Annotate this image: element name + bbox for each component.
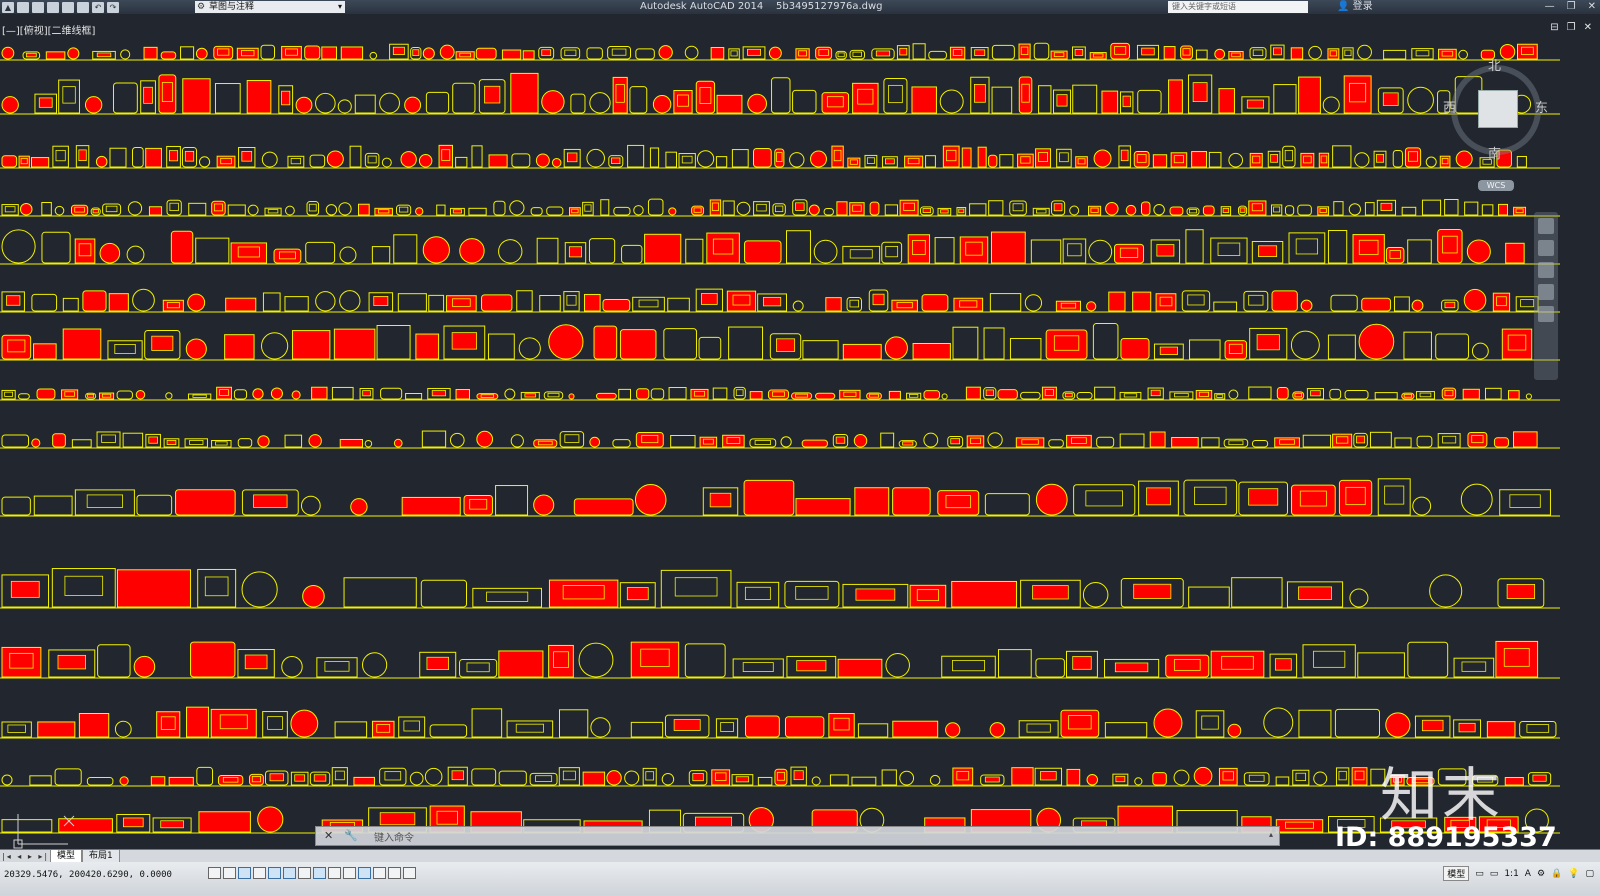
workspace-label: 草图与注释: [209, 2, 255, 12]
block-row: [0, 640, 1560, 679]
showmotion-icon[interactable]: [1538, 306, 1554, 322]
dyn-toggle[interactable]: [343, 867, 356, 879]
minimize-button[interactable]: —: [1545, 0, 1555, 14]
3dosnap-toggle[interactable]: [298, 867, 311, 879]
zoom-icon[interactable]: [1538, 262, 1554, 278]
watermark-brand: 知末: [1380, 761, 1505, 829]
transparency-toggle[interactable]: [373, 867, 386, 879]
compass-north-label[interactable]: 北: [1488, 55, 1501, 74]
ucs-icon: [13, 814, 75, 849]
save-icon[interactable]: [47, 1, 59, 13]
saveas-icon[interactable]: [62, 1, 74, 13]
close-button[interactable]: ✕: [1588, 0, 1596, 14]
workspace-select[interactable]: ⚙ 草图与注释 ▾: [195, 1, 345, 13]
app-menu-icon[interactable]: ▲: [2, 1, 14, 13]
block-row: [0, 323, 1560, 361]
login-label: 登录: [1352, 1, 1373, 12]
wcs-menu[interactable]: WCS: [1478, 180, 1514, 191]
ortho-toggle[interactable]: [253, 867, 266, 879]
orbit-icon[interactable]: [1538, 284, 1554, 300]
lineweight-toggle[interactable]: [358, 867, 371, 879]
clean-screen-icon[interactable]: ▢: [1585, 869, 1594, 879]
viewcube-top-face[interactable]: [1478, 90, 1518, 128]
undo-icon[interactable]: ↶: [92, 1, 104, 13]
wrench-icon[interactable]: 🔧: [344, 829, 358, 842]
block-row: [0, 42, 1560, 61]
model-space-button[interactable]: 模型: [1443, 866, 1470, 881]
polar-toggle[interactable]: [268, 867, 281, 879]
snap-mode-toggle[interactable]: [223, 867, 236, 879]
command-input[interactable]: 键入命令: [374, 829, 414, 844]
command-line[interactable]: ✕ 🔧 键入命令 ▴: [315, 826, 1280, 846]
steering-wheel-icon[interactable]: [1538, 218, 1554, 234]
compass-west-label[interactable]: 西: [1443, 97, 1456, 116]
quick-access-toolbar: ▲ ↶ ↷: [2, 0, 119, 14]
block-row: [0, 568, 1560, 609]
redo-icon[interactable]: ↷: [107, 1, 119, 13]
pan-icon[interactable]: [1538, 240, 1554, 256]
block-row: [0, 478, 1560, 517]
window-controls: — ❐ ✕: [1545, 0, 1596, 14]
block-row: [0, 72, 1560, 115]
status-right: 模型 ▭ ▭ 1:1 A ⚙ 🔒 💡 ▢: [1443, 866, 1594, 881]
user-icon: 👤: [1337, 1, 1350, 12]
infer-constraints-toggle[interactable]: [208, 867, 221, 879]
login-button[interactable]: 👤 登录: [1337, 0, 1373, 14]
compass-south-label[interactable]: 南: [1488, 143, 1501, 162]
workspace-switch-icon[interactable]: ⚙: [1537, 869, 1545, 879]
search-input[interactable]: 键入关键字或短语: [1168, 1, 1308, 13]
selection-cycling-toggle[interactable]: [403, 867, 416, 879]
annotation-visibility-icon[interactable]: A: [1525, 869, 1531, 879]
gear-icon: ⚙: [197, 2, 206, 12]
close-icon[interactable]: ✕: [324, 829, 333, 842]
viewcube[interactable]: 北 西 东 南: [1443, 55, 1553, 180]
open-file-icon[interactable]: [32, 1, 44, 13]
app-title: Autodesk AutoCAD 2014 5b3495127976a.dwg: [640, 1, 883, 12]
layout-tab-bar: |◂ ◂ ▸ ▸| 模型 布局1: [0, 849, 1600, 864]
block-row: [0, 288, 1560, 313]
annotation-scale[interactable]: 1:1: [1504, 869, 1518, 879]
navigation-bar: [1534, 212, 1558, 380]
block-row: [0, 766, 1560, 787]
osnap-toggle[interactable]: [283, 867, 296, 879]
otrack-toggle[interactable]: [313, 867, 326, 879]
coordinates-readout: 20329.5476, 200420.6290, 0.0000: [4, 870, 172, 880]
quick-view-drawings-icon[interactable]: ▭: [1490, 869, 1499, 879]
compass-east-label[interactable]: 东: [1535, 97, 1548, 116]
isolate-objects-icon[interactable]: 💡: [1568, 869, 1579, 879]
block-row: [0, 198, 1560, 217]
block-row: [0, 706, 1560, 739]
lock-icon[interactable]: 🔒: [1551, 869, 1562, 879]
status-bar: 20329.5476, 200420.6290, 0.0000 模型 ▭ ▭ 1…: [0, 862, 1600, 895]
quick-view-layouts-icon[interactable]: ▭: [1475, 869, 1484, 879]
maximize-button[interactable]: ❐: [1567, 0, 1576, 14]
title-bar: ▲ ↶ ↷ ⚙ 草图与注释 ▾ Autodesk AutoCAD 2014 5b…: [0, 0, 1600, 14]
ducs-toggle[interactable]: [328, 867, 341, 879]
quick-properties-toggle[interactable]: [388, 867, 401, 879]
print-icon[interactable]: [77, 1, 89, 13]
drafting-toggles: [208, 867, 416, 879]
new-file-icon[interactable]: [17, 1, 29, 13]
grid-toggle[interactable]: [238, 867, 251, 879]
block-row: [0, 144, 1560, 169]
chevron-up-icon[interactable]: ▴: [1269, 830, 1273, 839]
block-row: [0, 229, 1560, 265]
block-row: [0, 430, 1560, 449]
chevron-down-icon: ▾: [337, 2, 342, 11]
drawing-canvas[interactable]: [0, 18, 1600, 846]
block-row: [0, 386, 1560, 401]
